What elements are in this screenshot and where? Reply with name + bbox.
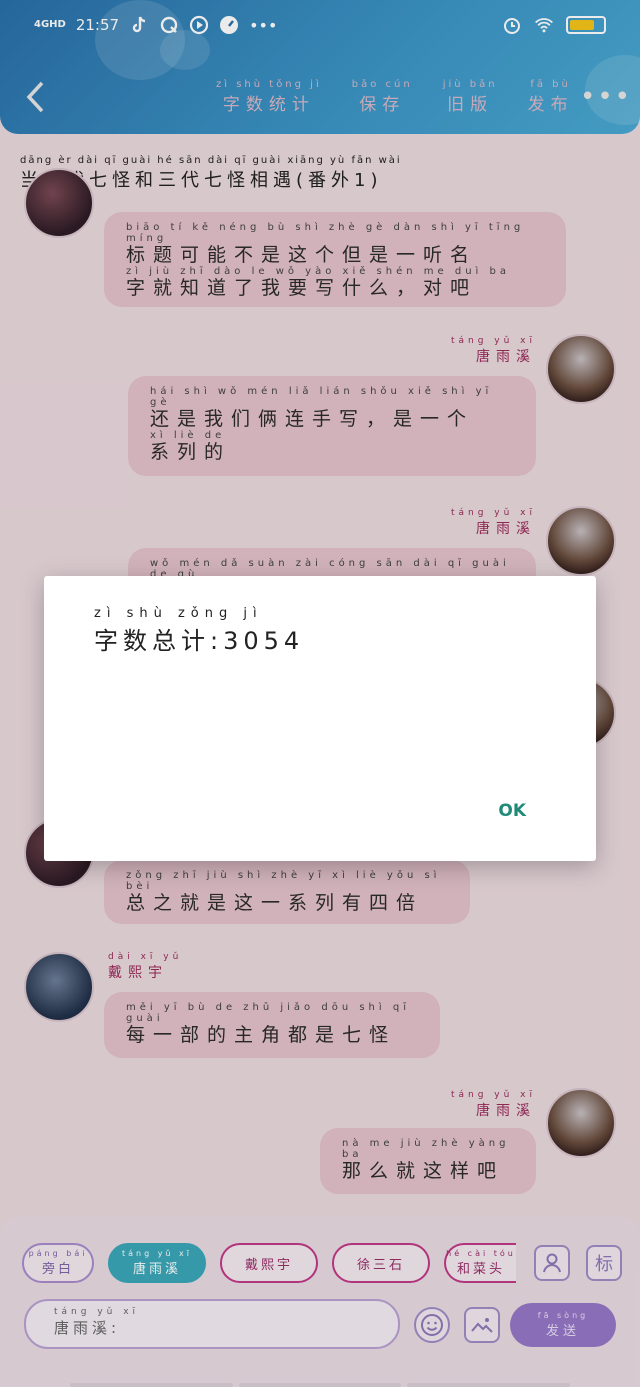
word-count-dialog: zì shù zǒng jì 字数总计:3054 OK [44,576,596,861]
ok-button[interactable]: OK [498,801,526,821]
word-count-label: zì shù zǒng jì 字数总计:3054 [94,606,305,655]
word-count-value: :3054 [210,627,305,655]
